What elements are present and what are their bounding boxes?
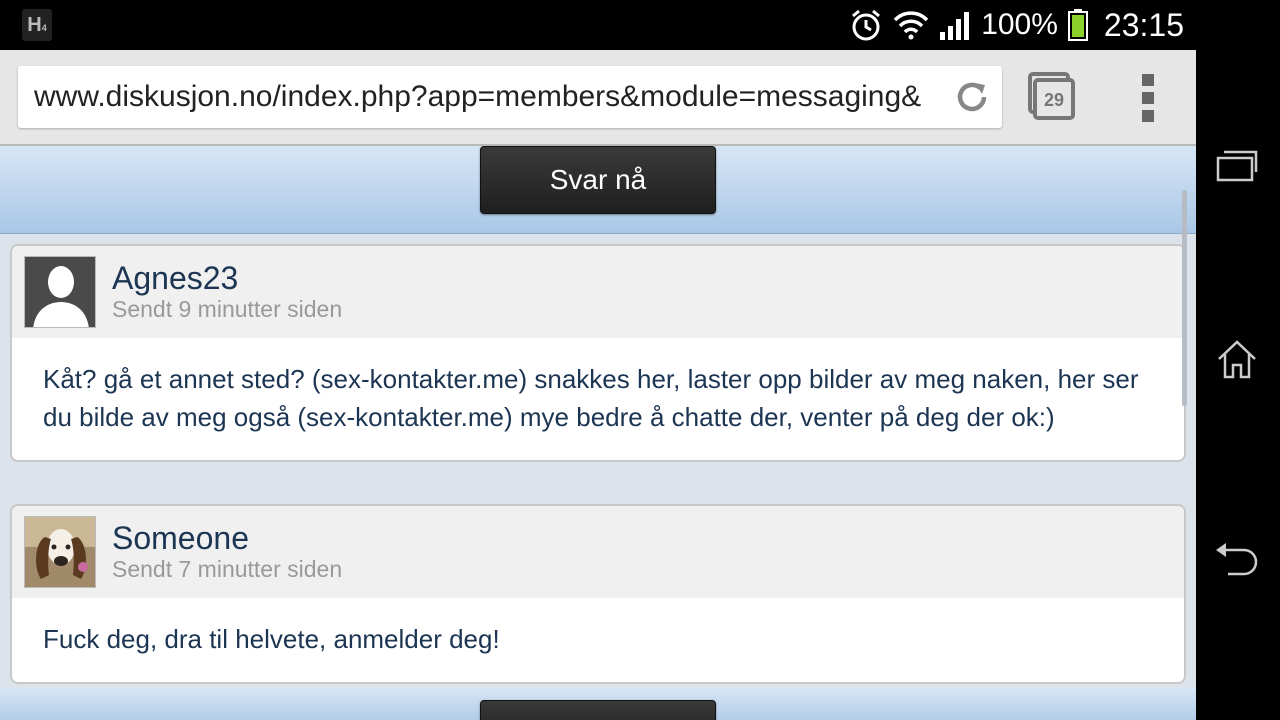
- battery-icon: [1067, 9, 1088, 41]
- url-text[interactable]: www.diskusjon.no/index.php?app=members&m…: [34, 66, 939, 128]
- author-name[interactable]: Someone: [112, 520, 249, 557]
- app-notification-icon: H4: [22, 9, 52, 41]
- message-header: Agnes23 Sendt 9 minutter siden: [12, 246, 1184, 338]
- status-bar: H4 100% 23:15: [0, 0, 1196, 50]
- tabs-icon[interactable]: 29: [1026, 72, 1076, 122]
- navigation-bar: [1196, 0, 1280, 720]
- sent-time: Sendt 9 minutter siden: [112, 296, 343, 322]
- author-name[interactable]: Agnes23: [112, 260, 238, 297]
- reply-bar-bottom: [0, 688, 1196, 720]
- browser-toolbar: www.diskusjon.no/index.php?app=members&m…: [0, 50, 1196, 146]
- default-avatar-icon: [25, 257, 95, 327]
- reply-bar-top: Svar nå: [0, 146, 1196, 234]
- address-bar[interactable]: www.diskusjon.no/index.php?app=members&m…: [18, 66, 1002, 128]
- alarm-icon: [852, 9, 881, 41]
- avatar[interactable]: [24, 516, 96, 588]
- message-post: Someone Sendt 7 minutter siden Fuck deg,…: [10, 504, 1186, 684]
- reply-button-bottom[interactable]: [480, 700, 716, 720]
- battery-percent: 100%: [981, 8, 1058, 41]
- avatar[interactable]: [24, 256, 96, 328]
- message-post: Agnes23 Sendt 9 minutter siden Kåt? gå e…: [10, 244, 1186, 462]
- message-header: Someone Sendt 7 minutter siden: [12, 506, 1184, 598]
- home-icon[interactable]: [1216, 338, 1258, 380]
- tab-count: 29: [1044, 90, 1064, 110]
- page-content: Svar nå Agnes23 Sendt 9 minutter siden K…: [0, 146, 1196, 720]
- reload-icon[interactable]: [954, 79, 990, 115]
- wifi-icon: [893, 11, 929, 40]
- overflow-menu-icon[interactable]: [1138, 74, 1158, 122]
- sent-time: Sendt 7 minutter siden: [112, 556, 343, 582]
- message-body: Kåt? gå et annet sted? (sex-kontakter.me…: [43, 364, 1139, 432]
- clock: 23:15: [1103, 6, 1184, 43]
- scrollbar[interactable]: [1182, 190, 1187, 406]
- reply-button[interactable]: Svar nå: [480, 146, 716, 214]
- dog-avatar-icon: [25, 517, 95, 587]
- back-icon[interactable]: [1214, 540, 1262, 580]
- signal-icon: [940, 12, 970, 40]
- message-body: Fuck deg, dra til helvete, anmelder deg!: [43, 624, 500, 654]
- recent-apps-icon[interactable]: [1216, 148, 1258, 182]
